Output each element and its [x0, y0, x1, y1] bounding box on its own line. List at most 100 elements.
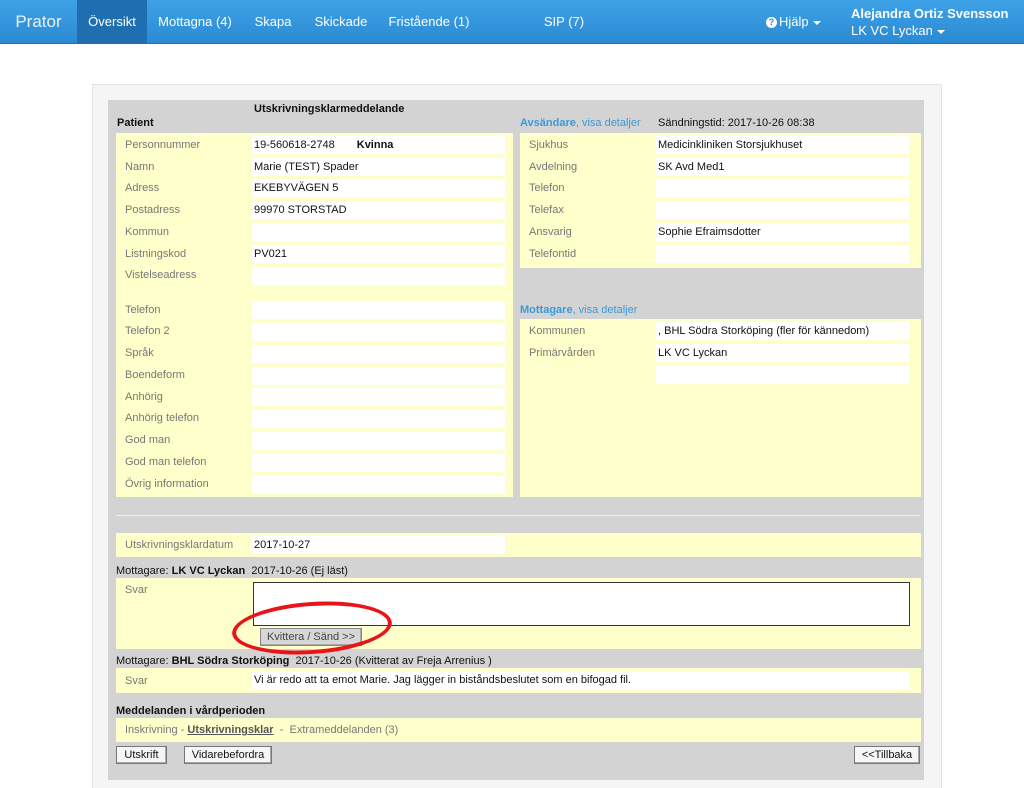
reply2-receiver: BHL Södra Storköping: [171, 655, 290, 667]
forward-button[interactable]: Vidarebefordra: [184, 746, 272, 764]
field-label: Anhörig telefon: [125, 412, 199, 424]
receiver-details-link[interactable]: , visa detaljer: [573, 304, 638, 316]
field-label: Postadress: [125, 204, 181, 216]
chevron-down-icon: [812, 20, 821, 25]
user-unit-menu[interactable]: LK VC Lyckan: [851, 23, 945, 38]
receiver-heading[interactable]: Mottagare: [520, 304, 573, 316]
phone2-value: [252, 323, 505, 341]
user-unit-label: LK VC Lyckan: [851, 23, 933, 38]
field-label: Vistelseadress: [125, 269, 197, 281]
guardian-phone-value: [252, 454, 505, 472]
department-value: SK Avd Med1: [656, 158, 909, 176]
field-label: Namn: [125, 161, 155, 173]
municipality-receiver-value: , BHL Södra Storköping (fler för kännedo…: [656, 322, 909, 340]
reply1-prefix: Mottagare:: [116, 565, 169, 577]
discharge-date-value: 2017-10-27: [252, 536, 505, 554]
divider: [116, 515, 920, 516]
primary-care-value: LK VC Lyckan: [656, 344, 909, 362]
extra-messages-link[interactable]: Extrameddelanden (3): [290, 724, 399, 736]
field-label: Telefax: [529, 204, 564, 216]
discharge-label: Utskrivningsklardatum: [125, 539, 234, 551]
field-label: Personnummer: [125, 139, 201, 151]
municipality-value: [252, 223, 505, 241]
field-label: Avdelning: [529, 161, 578, 173]
reply2-prefix: Mottagare:: [116, 655, 169, 667]
field-label: Kommunen: [529, 325, 586, 337]
nav-sip[interactable]: SIP (7): [538, 0, 590, 44]
postal-address-value: 99970 STORSTAD: [252, 201, 505, 219]
receiver-empty-value: [656, 366, 909, 384]
personnummer-text: 19-560618-2748: [254, 139, 335, 151]
gender-value: Kvinna: [356, 139, 394, 151]
reply2-header: Mottagare: BHL Södra Storköping 2017-10-…: [116, 655, 492, 667]
field-label: Boendeform: [125, 369, 185, 381]
nav-skickade[interactable]: Skickade: [308, 0, 374, 44]
nav-skapa[interactable]: Skapa: [248, 0, 298, 44]
inskrivning-link[interactable]: Inskrivning: [125, 724, 178, 736]
discharge-section: [116, 533, 921, 557]
nav-oversikt[interactable]: Översikt: [77, 0, 147, 44]
reply1-info: 2017-10-26 (Ej läst): [251, 565, 348, 577]
nav-fristaende[interactable]: Fristående (1): [384, 0, 474, 44]
field-label: Övrig information: [125, 478, 209, 490]
help-menu[interactable]: ? Hjälp: [766, 0, 821, 44]
hospital-value: Medicinkliniken Storsjukhuset: [656, 136, 909, 154]
field-label: Anhörig: [125, 391, 163, 403]
responsible-value: Sophie Efraimsdotter: [656, 223, 909, 241]
address-value: EKEBYVÄGEN 5: [252, 179, 505, 197]
help-icon: ?: [766, 17, 777, 28]
svar-label: Svar: [125, 675, 148, 687]
messages-heading: Meddelanden i vårdperioden: [116, 705, 266, 717]
reply2-info: 2017-10-26 (Kvitterat av Freja Arrenius …: [295, 655, 492, 667]
language-value: [252, 345, 505, 363]
nav-mottagna[interactable]: Mottagna (4): [150, 0, 240, 44]
top-navbar: Prator Översikt Mottagna (4) Skapa Skick…: [0, 0, 1024, 44]
phone-value: [252, 301, 505, 319]
sender-phone-value: [656, 179, 909, 197]
phone-time-value: [656, 245, 909, 263]
field-label: Språk: [125, 347, 154, 359]
field-label: Kommun: [125, 226, 170, 238]
field-label: Telefontid: [529, 248, 577, 260]
sender-details-link[interactable]: , visa detaljer: [576, 117, 641, 129]
sender-heading[interactable]: Avsändare: [520, 117, 576, 129]
reply1-receiver: LK VC Lyckan: [171, 565, 246, 577]
print-button[interactable]: Utskrift: [116, 746, 167, 764]
brand-logo[interactable]: Prator: [0, 0, 77, 44]
field-label: Listningskod: [125, 248, 187, 260]
field-label: God man telefon: [125, 456, 207, 468]
relative-value: [252, 388, 505, 406]
field-label: Adress: [125, 182, 160, 194]
chevron-down-icon: [936, 29, 945, 34]
separator: -: [279, 724, 284, 736]
reply1-header: Mottagare: LK VC Lyckan 2017-10-26 (Ej l…: [116, 565, 348, 577]
patient-heading: Patient: [117, 117, 154, 129]
user-name[interactable]: Alejandra Ortiz Svensson: [851, 6, 1009, 21]
stay-address-value: [252, 267, 505, 285]
help-label: Hjälp: [779, 14, 809, 29]
reply2-text: Vi är redo att ta emot Marie. Jag lägger…: [252, 671, 909, 689]
field-label: Ansvarig: [529, 226, 572, 238]
sent-time: Sändningstid: 2017-10-26 08:38: [658, 117, 815, 129]
field-label: Primärvården: [529, 347, 596, 359]
housing-value: [252, 367, 505, 385]
svar-label: Svar: [125, 584, 148, 596]
form-title: Utskrivningsklarmeddelande: [254, 103, 405, 115]
messages-row: Inskrivning - Utskrivningsklar - Extrame…: [125, 724, 398, 736]
field-label: Sjukhus: [529, 139, 569, 151]
receiver-heading-row: Mottagare, visa detaljer: [520, 304, 637, 316]
sender-heading-row: Avsändare, visa detaljer: [520, 117, 641, 129]
back-button[interactable]: <<Tillbaka: [854, 746, 920, 764]
relative-phone-value: [252, 410, 505, 428]
separator: -: [180, 724, 185, 736]
name-value: Marie (TEST) Spader: [252, 158, 505, 176]
fax-value: [656, 201, 909, 219]
listing-code-value: PV021: [252, 245, 505, 263]
field-label: God man: [125, 434, 171, 446]
field-label: Telefon: [125, 304, 161, 316]
guardian-value: [252, 432, 505, 450]
field-label: Telefon 2: [125, 325, 170, 337]
other-info-value: [252, 476, 505, 494]
personnummer-value: 19-560618-2748 Kvinna: [252, 136, 505, 154]
utskrivningsklar-link[interactable]: Utskrivningsklar: [187, 724, 273, 736]
